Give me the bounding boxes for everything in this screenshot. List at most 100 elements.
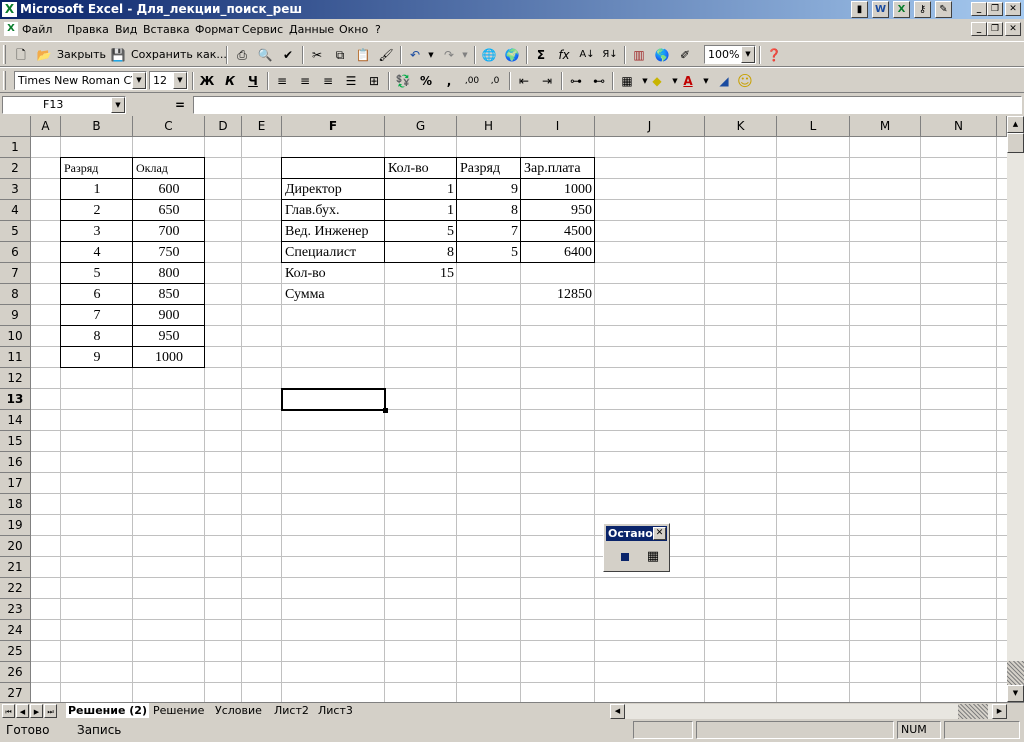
split-box[interactable]: [1007, 661, 1024, 685]
count-cell[interactable]: 1: [385, 200, 457, 221]
rank-cell[interactable]: 7: [457, 221, 521, 242]
name-box[interactable]: F13 ▼: [2, 96, 126, 114]
menu-help[interactable]: ?: [375, 23, 381, 36]
menu-file[interactable]: Файл: [22, 23, 52, 36]
doc-restore-button[interactable]: ❐: [987, 22, 1003, 36]
excel-app-icon[interactable]: X: [2, 2, 17, 17]
header-count[interactable]: Кол-во: [385, 158, 457, 179]
drawing-icon[interactable]: ✐: [674, 45, 696, 65]
column-header-i[interactable]: I: [521, 116, 595, 137]
sum-total[interactable]: 12850: [521, 284, 595, 305]
row-header-24[interactable]: 24: [0, 620, 31, 641]
rank-cell[interactable]: 5: [61, 263, 133, 284]
row-header-25[interactable]: 25: [0, 641, 31, 662]
position-cell[interactable]: Специалист: [282, 242, 385, 263]
pay-cell[interactable]: 1000: [521, 179, 595, 200]
chevron-down-icon[interactable]: ▼: [111, 97, 125, 113]
row-header-23[interactable]: 23: [0, 599, 31, 620]
prev-sheet-icon[interactable]: ◀: [16, 704, 29, 718]
row-header-9[interactable]: 9: [0, 305, 31, 326]
salary-cell[interactable]: 900: [133, 305, 205, 326]
salary-cell[interactable]: 600: [133, 179, 205, 200]
sheet-tab-sheet2[interactable]: Лист2: [272, 703, 311, 718]
sheet-tab-condition[interactable]: Условие: [213, 703, 264, 718]
salary-cell[interactable]: 850: [133, 284, 205, 305]
pay-cell[interactable]: 950: [521, 200, 595, 221]
rank-cell[interactable]: 3: [61, 221, 133, 242]
count-total[interactable]: 15: [385, 263, 457, 284]
row-header-15[interactable]: 15: [0, 431, 31, 452]
open-icon[interactable]: 📂: [33, 45, 55, 65]
header-pay[interactable]: Зар.плата: [521, 158, 595, 179]
toolbar-grip[interactable]: [3, 71, 6, 90]
menu-view[interactable]: Вид: [115, 23, 137, 36]
format-painter-icon[interactable]: 🖌: [375, 45, 397, 65]
rank-cell[interactable]: 9: [61, 347, 133, 368]
rank-cell[interactable]: 8: [457, 200, 521, 221]
align-center-icon[interactable]: ≡: [294, 71, 316, 91]
row-header-11[interactable]: 11: [0, 347, 31, 368]
word-icon[interactable]: W: [872, 1, 889, 18]
rank-cell[interactable]: 2: [61, 200, 133, 221]
formula-input[interactable]: [193, 96, 1022, 114]
restore-button[interactable]: ❐: [987, 2, 1003, 16]
menu-insert[interactable]: Вставка: [143, 23, 190, 36]
row-header-27[interactable]: 27: [0, 683, 31, 702]
close-button[interactable]: ✕: [1005, 2, 1021, 16]
sheet-tab-solution-2[interactable]: Решение (2): [66, 703, 149, 718]
equals-button[interactable]: =: [175, 98, 185, 112]
close-icon[interactable]: ✕: [653, 527, 666, 540]
salary-cell[interactable]: 700: [133, 221, 205, 242]
sum-label[interactable]: Сумма: [282, 284, 385, 305]
help-icon[interactable]: ❓: [763, 45, 785, 65]
row-header-4[interactable]: 4: [0, 200, 31, 221]
chart-wizard-icon[interactable]: ▥: [628, 45, 650, 65]
percent-button[interactable]: %: [415, 71, 437, 91]
column-header-h[interactable]: H: [457, 116, 521, 137]
decrease-indent-icon[interactable]: ⇤: [513, 71, 535, 91]
fill-handle[interactable]: [383, 408, 388, 413]
rank-cell[interactable]: 6: [61, 284, 133, 305]
horizontal-scrollbar[interactable]: ◀ ▶: [610, 704, 1007, 719]
new-icon[interactable]: 🗋: [10, 45, 32, 65]
underline-button[interactable]: Ч: [242, 71, 264, 91]
close-file-button[interactable]: Закрыть: [57, 48, 106, 61]
excel-icon[interactable]: X: [893, 1, 910, 18]
save-as-button[interactable]: Сохранить как...: [131, 48, 227, 61]
menu-format[interactable]: Формат: [195, 23, 240, 36]
row-header-26[interactable]: 26: [0, 662, 31, 683]
comma-button[interactable]: ,: [438, 71, 460, 91]
relative-reference-icon[interactable]: ▦: [643, 548, 663, 566]
row-header-1[interactable]: 1: [0, 137, 31, 158]
office-assistant-icon[interactable]: ▮: [851, 1, 868, 18]
select-all-corner[interactable]: [0, 116, 31, 137]
cut-icon[interactable]: ✂: [306, 45, 328, 65]
count-cell[interactable]: 5: [385, 221, 457, 242]
column-header-d[interactable]: D: [205, 116, 242, 137]
vertical-scrollbar[interactable]: ▲ ▼: [1007, 116, 1024, 702]
save-icon[interactable]: 💾: [107, 45, 129, 65]
scroll-thumb[interactable]: [1007, 133, 1024, 153]
toolbar-grip[interactable]: [3, 45, 6, 64]
row-header-17[interactable]: 17: [0, 473, 31, 494]
web-toolbar-icon[interactable]: 🌍: [501, 45, 523, 65]
menu-tools[interactable]: Сервис: [242, 23, 283, 36]
column-header-e[interactable]: E: [242, 116, 282, 137]
last-sheet-icon[interactable]: ⏭: [44, 704, 57, 718]
spelling-icon[interactable]: ✔: [277, 45, 299, 65]
column-header-g[interactable]: G: [385, 116, 457, 137]
sort-ascending-icon[interactable]: A↓: [576, 45, 598, 65]
increase-decimal-icon[interactable]: ,00: [461, 71, 483, 91]
note-icon[interactable]: ✎: [935, 1, 952, 18]
minimize-button[interactable]: _: [971, 2, 987, 16]
position-cell[interactable]: Вед. Инженер: [282, 221, 385, 242]
chevron-down-icon[interactable]: ▼: [173, 72, 187, 89]
spreadsheet-grid[interactable]: ABCDEFGHIJKLMN 1 2 3 4 5 6 7 8 9 10 11 12 13 14 15 16 17…: [0, 116, 1024, 702]
menu-window[interactable]: Окно: [339, 23, 368, 36]
column-header-l[interactable]: L: [777, 116, 850, 137]
italic-button[interactable]: К: [219, 71, 241, 91]
count-cell[interactable]: 1: [385, 179, 457, 200]
row-header-8[interactable]: 8: [0, 284, 31, 305]
column-header-k[interactable]: K: [705, 116, 777, 137]
menu-data[interactable]: Данные: [289, 23, 334, 36]
